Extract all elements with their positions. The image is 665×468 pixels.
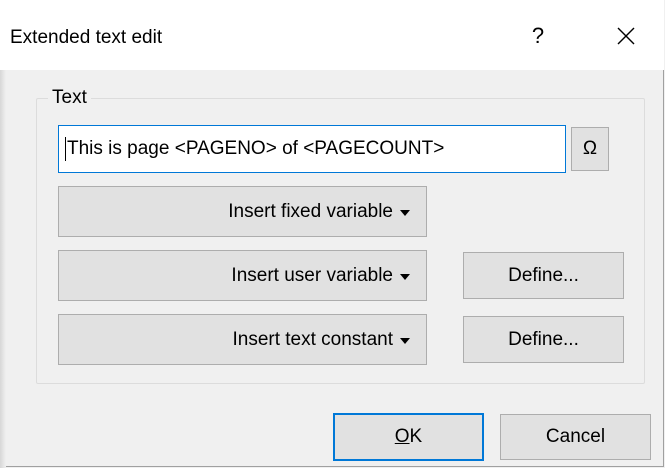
help-button[interactable]: ?: [510, 16, 566, 56]
window-left-edge: [0, 0, 6, 468]
help-icon: ?: [531, 23, 545, 48]
title-bar: Extended text edit ?: [0, 0, 664, 70]
extended-text-edit-dialog: Extended text edit ? Text This is page <…: [0, 0, 664, 468]
special-character-button[interactable]: Ω: [571, 127, 609, 171]
close-icon: [617, 27, 635, 45]
insert-user-variable-label: Insert user variable: [231, 264, 393, 286]
text-input[interactable]: This is page <PAGENO> of <PAGECOUNT>: [58, 125, 566, 173]
text-input-value: This is page <PAGENO> of <PAGECOUNT>: [67, 138, 445, 159]
insert-fixed-variable-label: Insert fixed variable: [228, 200, 393, 222]
insert-text-constant-button[interactable]: Insert text constant: [58, 314, 427, 365]
dropdown-arrow-icon: [400, 273, 410, 280]
omega-icon: Ω: [582, 138, 598, 159]
define-text-constant-button[interactable]: Define...: [463, 316, 624, 363]
insert-user-variable-button[interactable]: Insert user variable: [58, 250, 427, 301]
insert-text-constant-label: Insert text constant: [232, 328, 393, 350]
dropdown-arrow-icon: [400, 209, 410, 216]
ok-button[interactable]: OK: [333, 413, 484, 461]
text-caret: [65, 136, 66, 161]
dialog-title: Extended text edit: [10, 27, 163, 48]
define-user-variable-button[interactable]: Define...: [463, 252, 624, 299]
cancel-button[interactable]: Cancel: [500, 414, 651, 460]
cancel-label: Cancel: [545, 426, 606, 447]
close-button[interactable]: [600, 16, 652, 56]
text-group-label: Text: [48, 86, 91, 110]
ok-label: OK: [394, 426, 423, 447]
insert-fixed-variable-button[interactable]: Insert fixed variable: [58, 186, 427, 237]
dropdown-arrow-icon: [400, 337, 410, 344]
define-user-variable-label: Define...: [508, 264, 579, 286]
define-text-constant-label: Define...: [508, 328, 579, 350]
